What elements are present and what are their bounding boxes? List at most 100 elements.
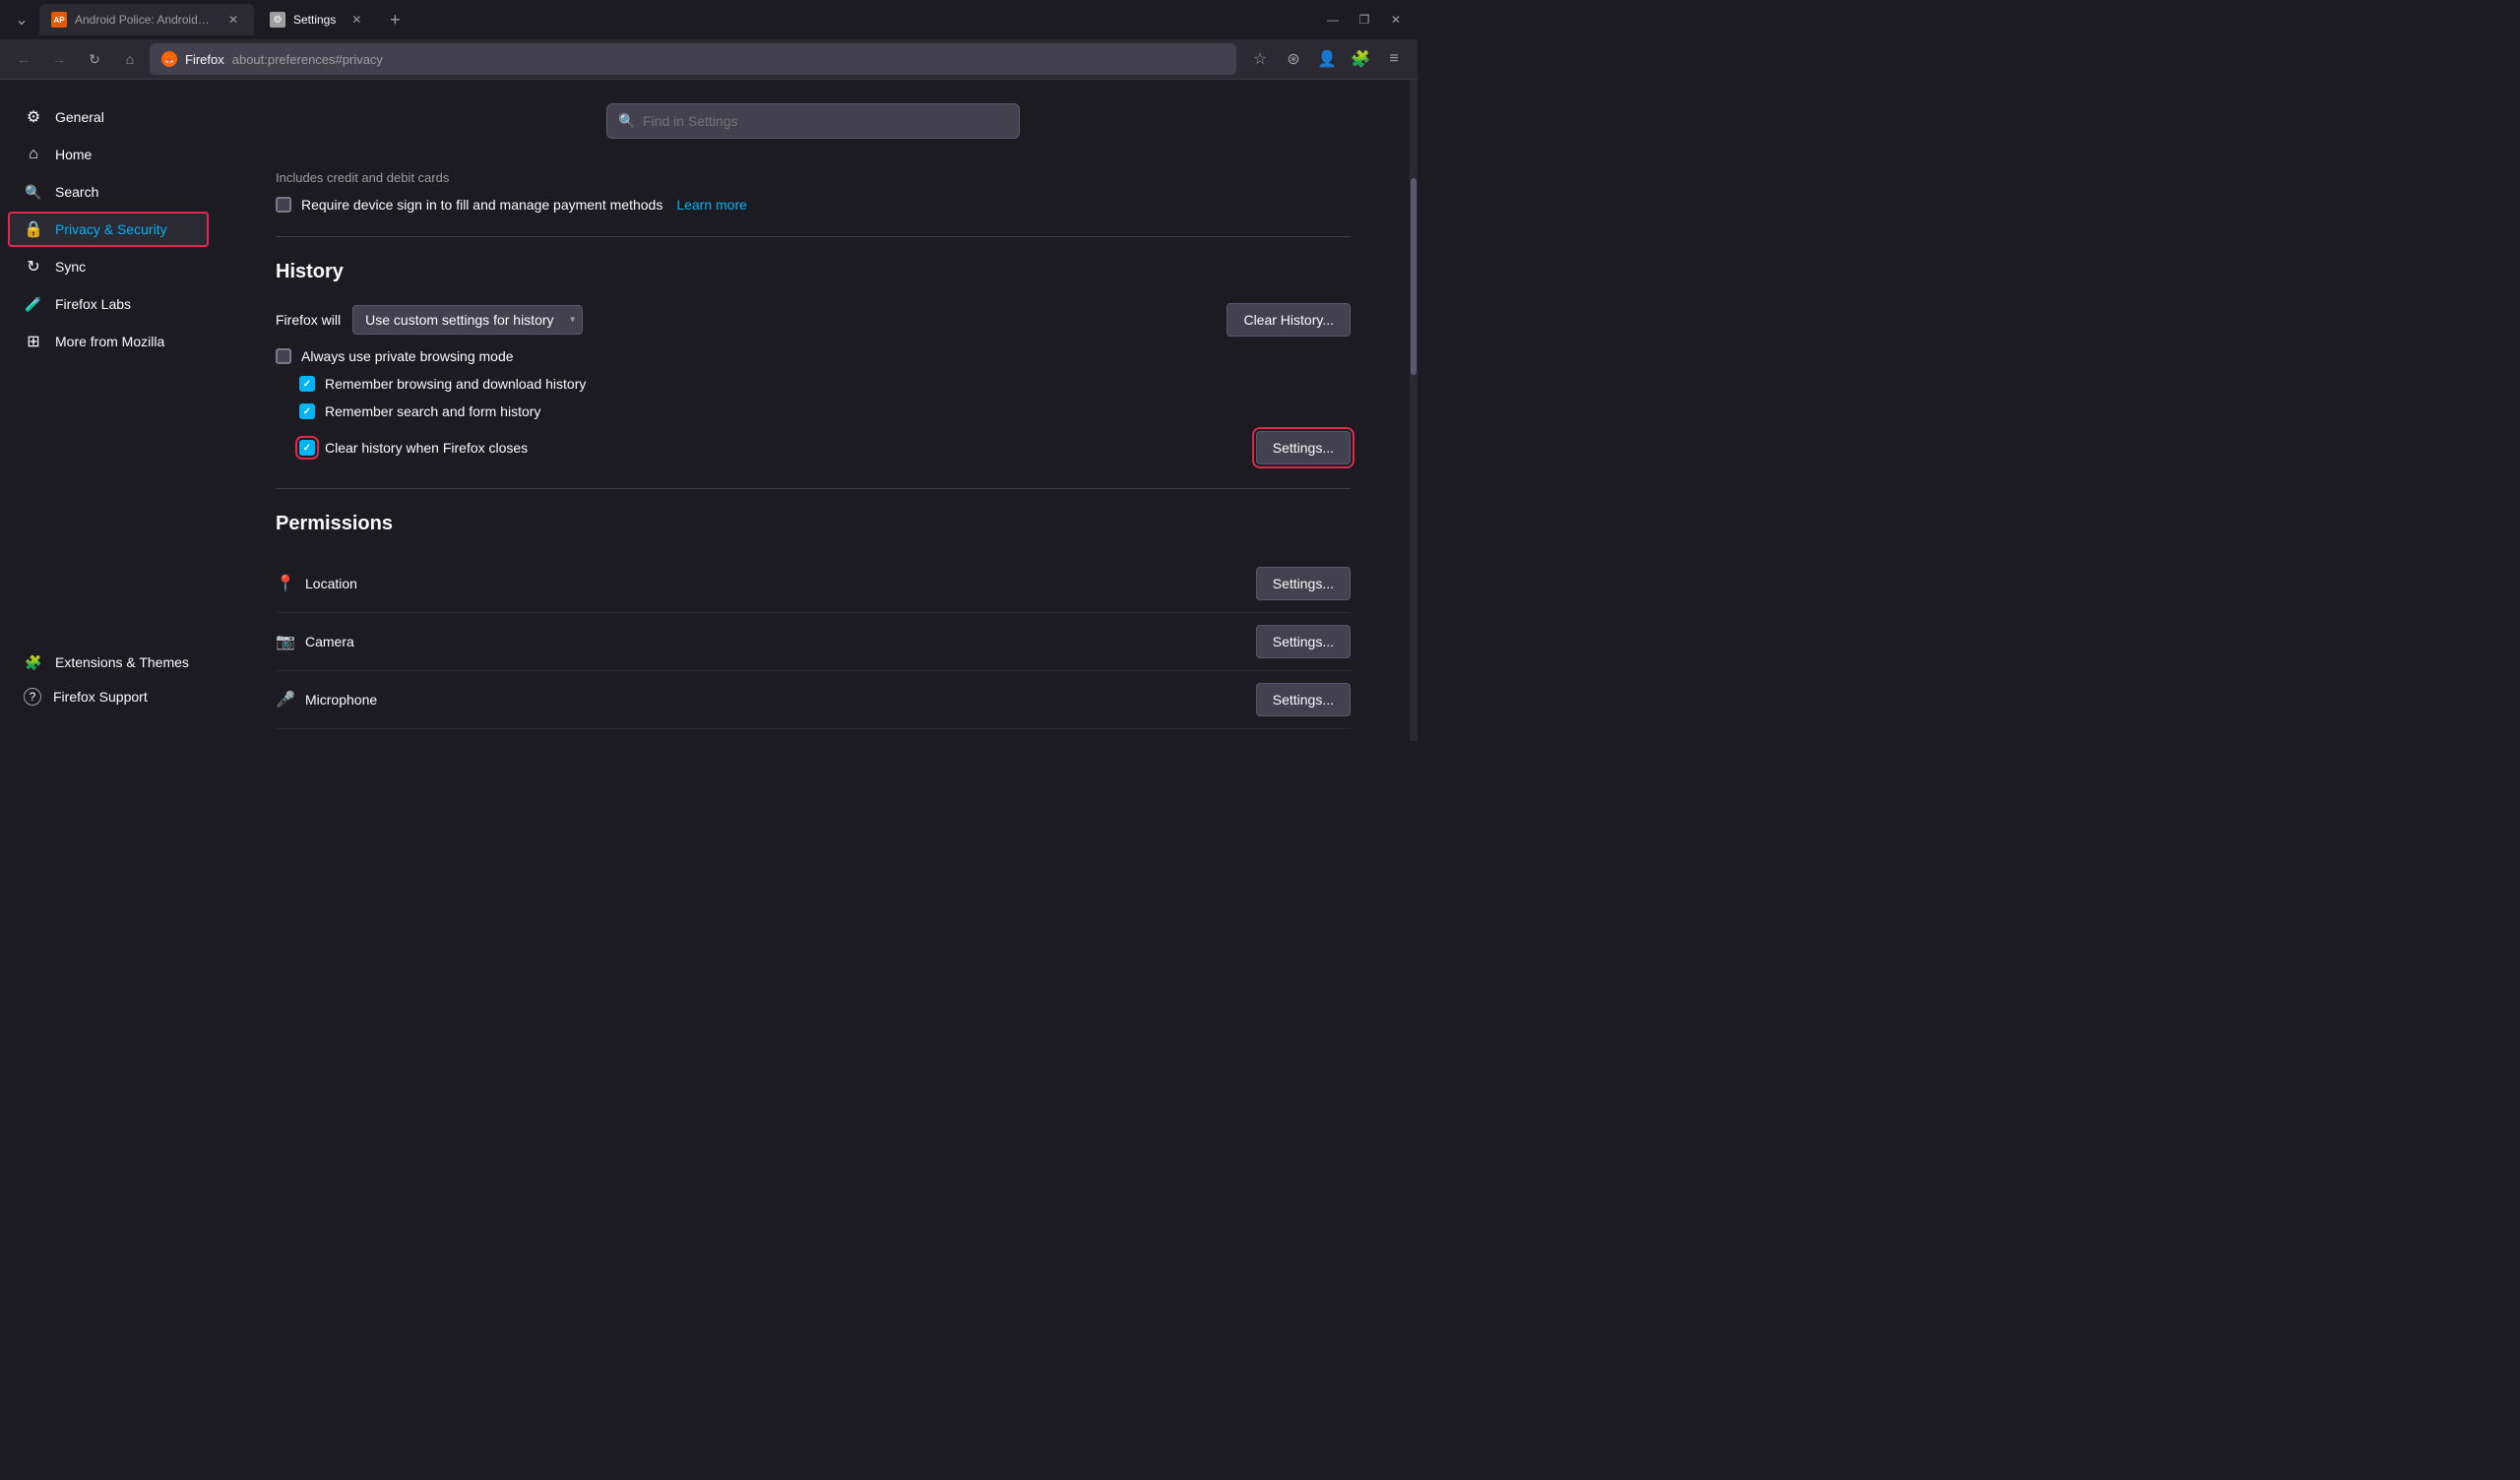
remember-search-row: Remember search and form history [299,403,1351,419]
window-controls: — ❐ ✕ [1319,6,1410,33]
sidebar-label-home: Home [55,147,92,162]
camera-text: Camera [305,634,354,649]
tab-android-police[interactable]: AP Android Police: Android news, ... ✕ [39,4,254,35]
new-tab-button[interactable]: + [381,6,409,33]
clear-on-close-row: Clear history when Firefox closes Settin… [276,431,1351,464]
clear-on-close-label: Clear history when Firefox closes [325,440,528,456]
minimize-button[interactable]: — [1319,6,1347,33]
sidebar-label-support: Firefox Support [53,689,148,705]
tab-settings[interactable]: ⚙ Settings ✕ [258,4,377,35]
history-section-title: History [276,261,1351,283]
tab-favicon-settings: ⚙ [270,12,285,28]
sidebar-label-sync: Sync [55,259,86,275]
require-sign-in-row: Require device sign in to fill and manag… [276,197,1351,213]
sidebar-item-more-mozilla[interactable]: ⊞ More from Mozilla [8,324,209,359]
tab-label-settings: Settings [293,13,336,27]
sync-icon: ↻ [24,257,43,277]
microphone-text: Microphone [305,692,377,708]
sidebar-item-sync[interactable]: ↻ Sync [8,249,209,284]
sidebar-item-general[interactable]: ⚙ General [8,99,209,135]
sidebar-label-general: General [55,109,104,125]
sidebar-item-privacy-security[interactable]: 🔒 Privacy & Security [8,212,209,247]
history-dropdown-row: Firefox will Use custom settings for his… [276,303,1351,337]
tab-close-android-police[interactable]: ✕ [224,11,242,29]
browser-chrome: ⌄ AP Android Police: Android news, ... ✕… [0,0,1418,80]
sidebar-label-labs: Firefox Labs [55,296,131,312]
section-divider-1 [276,236,1351,237]
location-label: 📍 Location [276,574,357,593]
settings-search-input[interactable] [606,103,1020,139]
microphone-icon: 🎤 [276,690,295,709]
remember-search-checkbox[interactable] [299,403,315,419]
sidebar-label-search: Search [55,184,98,200]
microphone-settings-button[interactable]: Settings... [1256,683,1351,716]
forward-button[interactable]: → [43,43,75,75]
reload-button[interactable]: ↻ [79,43,110,75]
sidebar-label-privacy: Privacy & Security [55,221,167,237]
remember-browsing-checkbox[interactable] [299,376,315,392]
sidebar-item-search[interactable]: 🔍 Search [8,174,209,210]
sidebar-bottom: 🧩 Extensions & Themes ? Firefox Support [0,637,217,721]
location-icon: 📍 [276,574,295,593]
clear-history-settings-button[interactable]: Settings... [1256,431,1351,464]
require-sign-in-checkbox[interactable] [276,197,291,213]
clear-on-close-checkbox[interactable] [299,440,315,456]
extensions-icon: 🧩 [24,652,43,672]
home-icon: ⌂ [24,145,43,164]
back-button[interactable]: ← [8,43,39,75]
toolbar-actions: ☆ ⊛ 👤 🧩 ≡ [1244,43,1410,75]
scrollbar-thumb[interactable] [1411,178,1417,375]
includes-text: Includes credit and debit cards [276,170,1351,185]
always-private-checkbox[interactable] [276,348,291,364]
tab-history-button[interactable]: ⌄ [8,6,35,33]
account-button[interactable]: 👤 [1311,43,1343,75]
address-brand: Firefox [185,52,224,67]
history-dropdown-select[interactable]: Use custom settings for history Remember… [352,305,583,335]
permission-row-microphone: 🎤 Microphone Settings... [276,671,1351,729]
sidebar-spacer [0,361,217,635]
history-dropdown-wrapper: Firefox will Use custom settings for his… [276,305,1227,335]
sidebar-item-firefox-labs[interactable]: 🧪 Firefox Labs [8,286,209,322]
mozilla-icon: ⊞ [24,332,43,351]
always-private-label: Always use private browsing mode [301,348,514,364]
permissions-section-title: Permissions [276,513,1351,535]
remember-browsing-label: Remember browsing and download history [325,376,586,392]
camera-label: 📷 Camera [276,632,354,651]
sidebar-item-extensions-themes[interactable]: 🧩 Extensions & Themes [8,645,209,680]
permissions-section: Permissions 📍 Location Settings... 📷 Cam… [276,513,1351,741]
bookmark-button[interactable]: ☆ [1244,43,1276,75]
permission-row-camera: 📷 Camera Settings... [276,613,1351,671]
privacy-icon: 🔒 [24,219,43,239]
clear-history-button[interactable]: Clear History... [1227,303,1351,337]
permission-row-location: 📍 Location Settings... [276,555,1351,613]
payment-section: Includes credit and debit cards Require … [276,170,1351,213]
search-wrapper: 🔍 [606,103,1020,139]
location-settings-button[interactable]: Settings... [1256,567,1351,600]
sidebar-item-firefox-support[interactable]: ? Firefox Support [8,680,209,713]
remember-browsing-row: Remember browsing and download history [299,376,1351,392]
sidebar: ⚙ General ⌂ Home 🔍 Search 🔒 Privacy & Se… [0,80,217,741]
main-layout: ⚙ General ⌂ Home 🔍 Search 🔒 Privacy & Se… [0,80,1418,741]
maximize-button[interactable]: ❐ [1351,6,1378,33]
tab-close-settings[interactable]: ✕ [347,11,365,29]
always-private-row: Always use private browsing mode [276,348,1351,364]
labs-icon: 🧪 [24,294,43,314]
pocket-button[interactable]: ⊛ [1278,43,1309,75]
camera-settings-button[interactable]: Settings... [1256,625,1351,658]
microphone-label: 🎤 Microphone [276,690,377,709]
address-bar[interactable]: 🦊 Firefox about:preferences#privacy [150,43,1236,75]
learn-more-link[interactable]: Learn more [676,197,747,213]
history-section: History Firefox will Use custom settings… [276,261,1351,464]
settings-content: 🔍 Includes credit and debit cards Requir… [217,80,1410,741]
scrollbar-track[interactable] [1410,80,1418,741]
require-sign-in-label: Require device sign in to fill and manag… [301,197,662,213]
tab-label-android-police: Android Police: Android news, ... [75,13,213,27]
tab-bar: ⌄ AP Android Police: Android news, ... ✕… [0,0,1418,39]
firefox-logo: 🦊 [161,51,177,67]
menu-button[interactable]: ≡ [1378,43,1410,75]
close-button[interactable]: ✕ [1382,6,1410,33]
sidebar-item-home[interactable]: ⌂ Home [8,137,209,172]
extensions-button[interactable]: 🧩 [1345,43,1376,75]
sidebar-label-extensions: Extensions & Themes [55,654,189,670]
home-button[interactable]: ⌂ [114,43,146,75]
